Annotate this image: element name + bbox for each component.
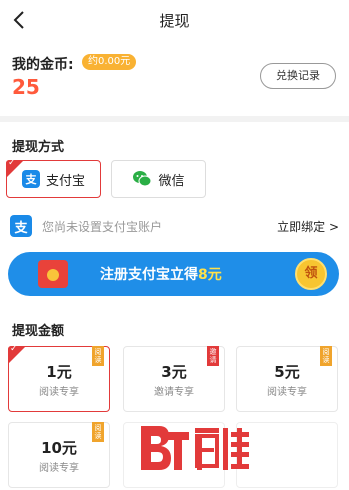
method-option-label: 微信: [158, 173, 185, 189]
check-icon: ✓: [10, 344, 18, 354]
alipay-icon: 支: [21, 170, 40, 188]
alipay-notice-row: 支 您尚未设置支付宝账户 立即绑定 >: [10, 214, 339, 238]
wechat-icon: [133, 171, 152, 187]
method-option-label: 支付宝: [45, 173, 85, 189]
approx-value-badge: 约0.00元: [82, 54, 137, 70]
method-option-wechat[interactable]: 微信: [111, 160, 206, 198]
banner-text: 注册支付宝立得8元: [100, 267, 222, 283]
amount-tile[interactable]: [236, 422, 338, 488]
amount-tile[interactable]: 阅读 10元 阅读专享: [8, 422, 110, 488]
top-bar: 提现: [0, 0, 349, 40]
amount-subtitle: 阅读专享: [267, 387, 307, 398]
check-icon: ✓: [8, 158, 16, 168]
coin-amount: 25: [12, 75, 40, 99]
ribbon-badge: 阅读: [92, 422, 104, 442]
alipay-icon: 支: [10, 215, 32, 237]
amount-subtitle: 邀请专享: [154, 387, 194, 398]
amount-tile[interactable]: 邀请 3元 邀请专享: [123, 346, 225, 412]
ribbon-badge: 阅读: [92, 346, 104, 366]
section-title-amount: 提现金额: [12, 324, 65, 339]
ribbon-badge: 邀请: [207, 346, 219, 366]
exchange-record-button[interactable]: 兑换记录: [260, 63, 336, 89]
bind-now-link[interactable]: 立即绑定 >: [277, 218, 339, 235]
alipay-notice-text: 您尚未设置支付宝账户: [42, 219, 163, 234]
withdraw-method-card: 提现方式 ✓ 支 支付宝 微信 支 您尚未设置支付宝账户 立即绑定 > 注册支付…: [0, 122, 349, 312]
ribbon-badge: 阅读: [320, 346, 332, 366]
watermark-logo: [141, 426, 249, 470]
page-title: 提现: [159, 12, 190, 30]
amount-subtitle: 阅读专享: [39, 463, 79, 474]
amount-tile[interactable]: ✓ 阅读 1元 阅读专享: [8, 344, 110, 412]
register-alipay-banner[interactable]: 注册支付宝立得8元 领: [8, 252, 339, 296]
method-option-alipay[interactable]: ✓ 支 支付宝: [6, 158, 101, 198]
amount-tile[interactable]: 阅读 5元 阅读专享: [236, 346, 338, 412]
red-envelope-icon: [38, 260, 68, 288]
section-title-method: 提现方式: [12, 140, 65, 155]
claim-coin-icon[interactable]: 领: [295, 258, 327, 290]
amount-subtitle: 阅读专享: [39, 387, 79, 398]
coin-balance-label: 我的金币:: [12, 57, 74, 73]
coin-balance-card: 我的金币: 约0.00元 25 兑换记录: [0, 40, 349, 116]
